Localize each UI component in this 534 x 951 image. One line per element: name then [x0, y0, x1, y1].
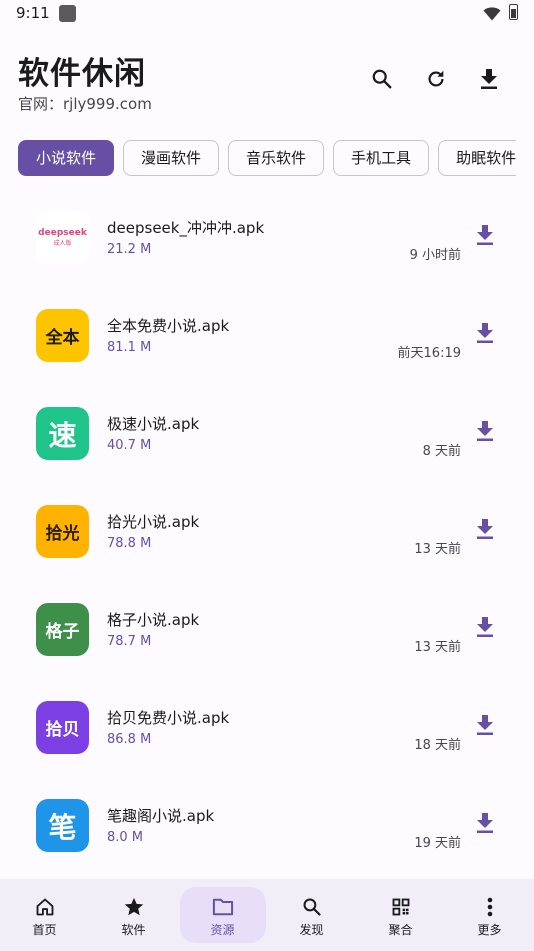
nav-resources[interactable]: 资源 [178, 879, 267, 951]
file-time: 13 天前 [414, 640, 461, 655]
file-name: 格子小说.apk [107, 611, 200, 629]
download-icon [475, 322, 495, 348]
search-icon [372, 69, 392, 89]
refresh-icon [428, 70, 444, 87]
download-icon [475, 420, 495, 446]
nav-discover[interactable]: 发现 [267, 879, 356, 951]
file-time: 13 天前 [414, 542, 461, 557]
more-vertical-icon [479, 896, 501, 918]
home-icon [34, 896, 56, 918]
nav-more[interactable]: 更多 [445, 879, 534, 951]
chip-novel-apps[interactable]: 小说软件 [18, 140, 115, 176]
nav-label: 资源 [210, 923, 235, 937]
nav-label: 聚合 [388, 923, 413, 937]
file-size: 81.1 M [107, 340, 152, 355]
file-size: 86.8 M [107, 732, 152, 747]
download-icon [475, 812, 495, 838]
website-label: 官网：rjly999.com [18, 95, 152, 113]
app-icon: 速 [36, 407, 89, 460]
file-time: 9 小时前 [409, 248, 461, 263]
nav-aggregate[interactable]: 聚合 [356, 879, 445, 951]
file-size: 8.0 M [107, 830, 144, 845]
file-name: 拾光小说.apk [107, 513, 200, 531]
status-bar: 9:11 [0, 0, 534, 28]
file-size: 40.7 M [107, 438, 152, 453]
chip-sleep-apps[interactable]: 助眠软件 [438, 140, 516, 176]
nav-label: 软件 [121, 923, 146, 937]
category-chips: 小说软件 漫画软件 音乐软件 手机工具 助眠软件 [18, 140, 516, 176]
download-button[interactable] [473, 63, 505, 95]
file-name: 笔趣阁小说.apk [107, 807, 215, 825]
download-button[interactable] [472, 322, 498, 348]
file-row[interactable]: 拾光 拾光小说.apk 78.8 M 13 天前 [0, 484, 534, 582]
nav-label: 更多 [477, 923, 502, 937]
file-row[interactable]: 全本 全本免费小说.apk 81.1 M 前天16:19 [0, 288, 534, 386]
download-button[interactable] [472, 616, 498, 642]
app-icon-text: 拾光 [45, 524, 80, 544]
chip-comic-apps[interactable]: 漫画软件 [123, 140, 220, 176]
file-time: 8 天前 [422, 444, 461, 459]
file-row[interactable]: 拾贝 拾贝免费小说.apk 86.8 M 18 天前 [0, 680, 534, 778]
battery-icon [509, 4, 518, 20]
page-title: 软件休闲 [18, 56, 146, 92]
file-size: 78.8 M [107, 536, 152, 551]
app-icon-text: 全本 [45, 328, 80, 348]
search-button[interactable] [366, 63, 398, 95]
app-icon: 格子 [36, 603, 89, 656]
grid-icon [390, 896, 412, 918]
app-icon-text: 拾贝 [45, 720, 80, 740]
nav-software[interactable]: 软件 [89, 879, 178, 951]
file-size: 21.2 M [107, 242, 152, 257]
nav-label: 发现 [299, 923, 324, 937]
app-icon: 全本 [36, 309, 89, 362]
file-list: deepseek 成人版 deepseek_冲冲冲.apk 21.2 M 9 小时前全本… [0, 190, 534, 876]
app-icon: deepseek 成人版 [36, 211, 89, 264]
app-icon: 拾光 [36, 505, 89, 558]
file-time: 19 天前 [414, 836, 461, 851]
file-row[interactable]: 笔 笔趣阁小说.apk 8.0 M 19 天前 [0, 778, 534, 876]
file-name: 极速小说.apk [107, 415, 200, 433]
download-button[interactable] [472, 518, 498, 544]
search-icon [301, 896, 323, 918]
app-icon-subtext: 成人版 [53, 240, 72, 247]
file-name: 全本免费小说.apk [107, 317, 230, 335]
download-icon [475, 714, 495, 740]
bottom-navigation: 首页 软件 资源 发现 聚合 更多 [0, 879, 534, 951]
folder-icon [212, 896, 234, 918]
refresh-button[interactable] [420, 63, 452, 95]
file-row[interactable]: 速 极速小说.apk 40.7 M 8 天前 [0, 386, 534, 484]
download-button[interactable] [472, 812, 498, 838]
status-time: 9:11 [16, 4, 50, 22]
download-button[interactable] [472, 714, 498, 740]
file-row[interactable]: 格子 格子小说.apk 78.7 M 13 天前 [0, 582, 534, 680]
download-button[interactable] [472, 420, 498, 446]
download-icon [475, 616, 495, 642]
app-icon: 笔 [36, 799, 89, 852]
app-icon-text: deepseek [38, 228, 87, 238]
file-time: 18 天前 [414, 738, 461, 753]
notification-icon [59, 5, 76, 22]
nav-label: 首页 [32, 923, 57, 937]
chip-phone-tools[interactable]: 手机工具 [333, 140, 430, 176]
file-row[interactable]: deepseek 成人版 deepseek_冲冲冲.apk 21.2 M 9 小时前 [0, 190, 534, 288]
file-size: 78.7 M [107, 634, 152, 649]
wifi-icon [483, 6, 501, 25]
download-icon [481, 69, 497, 89]
file-name: deepseek_冲冲冲.apk [107, 219, 265, 237]
download-icon [475, 224, 495, 250]
app-icon-text: 笔 [48, 810, 77, 844]
app-icon: 拾贝 [36, 701, 89, 754]
file-name: 拾贝免费小说.apk [107, 709, 230, 727]
download-icon [475, 518, 495, 544]
app-icon-text: 速 [48, 418, 77, 452]
star-icon [123, 896, 145, 918]
chip-music-apps[interactable]: 音乐软件 [228, 140, 325, 176]
download-button[interactable] [472, 224, 498, 250]
nav-home[interactable]: 首页 [0, 879, 89, 951]
file-time: 前天16:19 [397, 346, 461, 361]
app-icon-text: 格子 [45, 622, 80, 642]
